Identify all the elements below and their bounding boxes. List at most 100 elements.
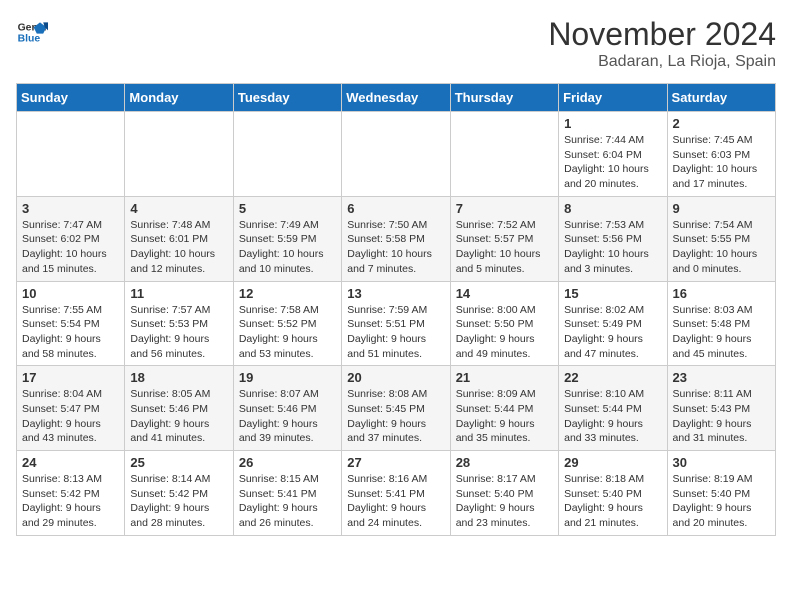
calendar-cell: 17Sunrise: 8:04 AM Sunset: 5:47 PM Dayli… <box>17 366 125 451</box>
week-row-3: 17Sunrise: 8:04 AM Sunset: 5:47 PM Dayli… <box>17 366 776 451</box>
day-number: 24 <box>22 455 119 470</box>
calendar-cell: 11 Sunrise: 7:57 AM Sunset: 5:53 PM Dayli… <box>125 281 233 366</box>
calendar-body: 1 Sunrise: 7:44 AM Sunset: 6:04 PM Daylig… <box>17 112 776 536</box>
week-row-4: 24Sunrise: 8:13 AM Sunset: 5:42 PM Dayli… <box>17 451 776 536</box>
calendar-cell: 10Sunrise: 7:55 AM Sunset: 5:54 PM Dayli… <box>17 281 125 366</box>
day-number: 1 <box>564 116 661 131</box>
month-title: November 2024 <box>548 16 776 53</box>
day-info: Sunrise: 7:49 AM Sunset: 5:59 PM Dayligh… <box>239 218 336 277</box>
day-info: Sunrise: 7:59 AM Sunset: 5:51 PM Dayligh… <box>347 303 444 362</box>
calendar-cell: 6 Sunrise: 7:50 AM Sunset: 5:58 PM Daylig… <box>342 196 450 281</box>
header-cell-tuesday: Tuesday <box>233 84 341 112</box>
header-cell-thursday: Thursday <box>450 84 558 112</box>
week-row-1: 3Sunrise: 7:47 AM Sunset: 6:02 PM Daylig… <box>17 196 776 281</box>
page-header: General Blue November 2024 Badaran, La R… <box>16 16 776 71</box>
day-number: 16 <box>673 286 770 301</box>
day-info: Sunrise: 7:57 AM Sunset: 5:53 PM Dayligh… <box>130 303 227 362</box>
day-info: Sunrise: 7:58 AM Sunset: 5:52 PM Dayligh… <box>239 303 336 362</box>
calendar-cell <box>17 112 125 197</box>
day-number: 21 <box>456 370 553 385</box>
day-info: Sunrise: 7:47 AM Sunset: 6:02 PM Dayligh… <box>22 218 119 277</box>
day-info: Sunrise: 8:08 AM Sunset: 5:45 PM Dayligh… <box>347 387 444 446</box>
calendar-table: SundayMondayTuesdayWednesdayThursdayFrid… <box>16 83 776 536</box>
day-number: 29 <box>564 455 661 470</box>
calendar-cell: 30 Sunrise: 8:19 AM Sunset: 5:40 PM Dayli… <box>667 451 775 536</box>
day-info: Sunrise: 8:09 AM Sunset: 5:44 PM Dayligh… <box>456 387 553 446</box>
calendar-cell: 1 Sunrise: 7:44 AM Sunset: 6:04 PM Daylig… <box>559 112 667 197</box>
day-info: Sunrise: 8:18 AM Sunset: 5:40 PM Dayligh… <box>564 472 661 531</box>
calendar-cell <box>125 112 233 197</box>
day-info: Sunrise: 7:50 AM Sunset: 5:58 PM Dayligh… <box>347 218 444 277</box>
day-number: 9 <box>673 201 770 216</box>
day-number: 27 <box>347 455 444 470</box>
day-info: Sunrise: 8:02 AM Sunset: 5:49 PM Dayligh… <box>564 303 661 362</box>
day-info: Sunrise: 7:53 AM Sunset: 5:56 PM Dayligh… <box>564 218 661 277</box>
calendar-cell: 4Sunrise: 7:48 AM Sunset: 6:01 PM Daylig… <box>125 196 233 281</box>
calendar-cell: 16 Sunrise: 8:03 AM Sunset: 5:48 PM Dayli… <box>667 281 775 366</box>
day-number: 28 <box>456 455 553 470</box>
day-number: 23 <box>673 370 770 385</box>
calendar-cell: 5 Sunrise: 7:49 AM Sunset: 5:59 PM Daylig… <box>233 196 341 281</box>
day-info: Sunrise: 8:10 AM Sunset: 5:44 PM Dayligh… <box>564 387 661 446</box>
calendar-cell: 24Sunrise: 8:13 AM Sunset: 5:42 PM Dayli… <box>17 451 125 536</box>
day-info: Sunrise: 8:16 AM Sunset: 5:41 PM Dayligh… <box>347 472 444 531</box>
header-cell-sunday: Sunday <box>17 84 125 112</box>
svg-text:Blue: Blue <box>18 34 41 45</box>
calendar-cell: 22 Sunrise: 8:10 AM Sunset: 5:44 PM Dayli… <box>559 366 667 451</box>
day-number: 2 <box>673 116 770 131</box>
logo-icon: General Blue <box>16 16 48 48</box>
day-number: 22 <box>564 370 661 385</box>
day-info: Sunrise: 8:15 AM Sunset: 5:41 PM Dayligh… <box>239 472 336 531</box>
header-cell-monday: Monday <box>125 84 233 112</box>
day-number: 13 <box>347 286 444 301</box>
calendar-cell: 25 Sunrise: 8:14 AM Sunset: 5:42 PM Dayli… <box>125 451 233 536</box>
calendar-cell: 3Sunrise: 7:47 AM Sunset: 6:02 PM Daylig… <box>17 196 125 281</box>
day-info: Sunrise: 7:44 AM Sunset: 6:04 PM Dayligh… <box>564 133 661 192</box>
logo: General Blue <box>16 16 48 48</box>
day-number: 7 <box>456 201 553 216</box>
calendar-cell: 14Sunrise: 8:00 AM Sunset: 5:50 PM Dayli… <box>450 281 558 366</box>
day-info: Sunrise: 8:17 AM Sunset: 5:40 PM Dayligh… <box>456 472 553 531</box>
day-number: 5 <box>239 201 336 216</box>
day-number: 11 <box>130 286 227 301</box>
day-number: 8 <box>564 201 661 216</box>
day-info: Sunrise: 7:45 AM Sunset: 6:03 PM Dayligh… <box>673 133 770 192</box>
day-number: 4 <box>130 201 227 216</box>
location-title: Badaran, La Rioja, Spain <box>548 53 776 71</box>
calendar-cell: 19Sunrise: 8:07 AM Sunset: 5:46 PM Dayli… <box>233 366 341 451</box>
calendar-cell: 13 Sunrise: 7:59 AM Sunset: 5:51 PM Dayli… <box>342 281 450 366</box>
day-info: Sunrise: 7:52 AM Sunset: 5:57 PM Dayligh… <box>456 218 553 277</box>
title-block: November 2024 Badaran, La Rioja, Spain <box>548 16 776 71</box>
day-info: Sunrise: 7:54 AM Sunset: 5:55 PM Dayligh… <box>673 218 770 277</box>
day-number: 12 <box>239 286 336 301</box>
calendar-header: SundayMondayTuesdayWednesdayThursdayFrid… <box>17 84 776 112</box>
header-cell-friday: Friday <box>559 84 667 112</box>
header-cell-wednesday: Wednesday <box>342 84 450 112</box>
calendar-cell: 27 Sunrise: 8:16 AM Sunset: 5:41 PM Dayli… <box>342 451 450 536</box>
calendar-cell: 7 Sunrise: 7:52 AM Sunset: 5:57 PM Daylig… <box>450 196 558 281</box>
calendar-cell: 8 Sunrise: 7:53 AM Sunset: 5:56 PM Daylig… <box>559 196 667 281</box>
day-info: Sunrise: 8:19 AM Sunset: 5:40 PM Dayligh… <box>673 472 770 531</box>
day-info: Sunrise: 8:00 AM Sunset: 5:50 PM Dayligh… <box>456 303 553 362</box>
day-number: 30 <box>673 455 770 470</box>
day-number: 25 <box>130 455 227 470</box>
calendar-cell <box>233 112 341 197</box>
day-number: 17 <box>22 370 119 385</box>
week-row-0: 1 Sunrise: 7:44 AM Sunset: 6:04 PM Daylig… <box>17 112 776 197</box>
header-row: SundayMondayTuesdayWednesdayThursdayFrid… <box>17 84 776 112</box>
day-info: Sunrise: 8:11 AM Sunset: 5:43 PM Dayligh… <box>673 387 770 446</box>
calendar-cell: 23 Sunrise: 8:11 AM Sunset: 5:43 PM Dayli… <box>667 366 775 451</box>
calendar-cell: 29 Sunrise: 8:18 AM Sunset: 5:40 PM Dayli… <box>559 451 667 536</box>
calendar-cell: 2 Sunrise: 7:45 AM Sunset: 6:03 PM Daylig… <box>667 112 775 197</box>
day-number: 6 <box>347 201 444 216</box>
day-info: Sunrise: 8:03 AM Sunset: 5:48 PM Dayligh… <box>673 303 770 362</box>
day-info: Sunrise: 8:05 AM Sunset: 5:46 PM Dayligh… <box>130 387 227 446</box>
calendar-cell <box>450 112 558 197</box>
week-row-2: 10Sunrise: 7:55 AM Sunset: 5:54 PM Dayli… <box>17 281 776 366</box>
day-info: Sunrise: 7:55 AM Sunset: 5:54 PM Dayligh… <box>22 303 119 362</box>
calendar-cell: 15Sunrise: 8:02 AM Sunset: 5:49 PM Dayli… <box>559 281 667 366</box>
day-info: Sunrise: 8:14 AM Sunset: 5:42 PM Dayligh… <box>130 472 227 531</box>
calendar-cell: 20 Sunrise: 8:08 AM Sunset: 5:45 PM Dayli… <box>342 366 450 451</box>
calendar-cell: 18Sunrise: 8:05 AM Sunset: 5:46 PM Dayli… <box>125 366 233 451</box>
day-number: 20 <box>347 370 444 385</box>
